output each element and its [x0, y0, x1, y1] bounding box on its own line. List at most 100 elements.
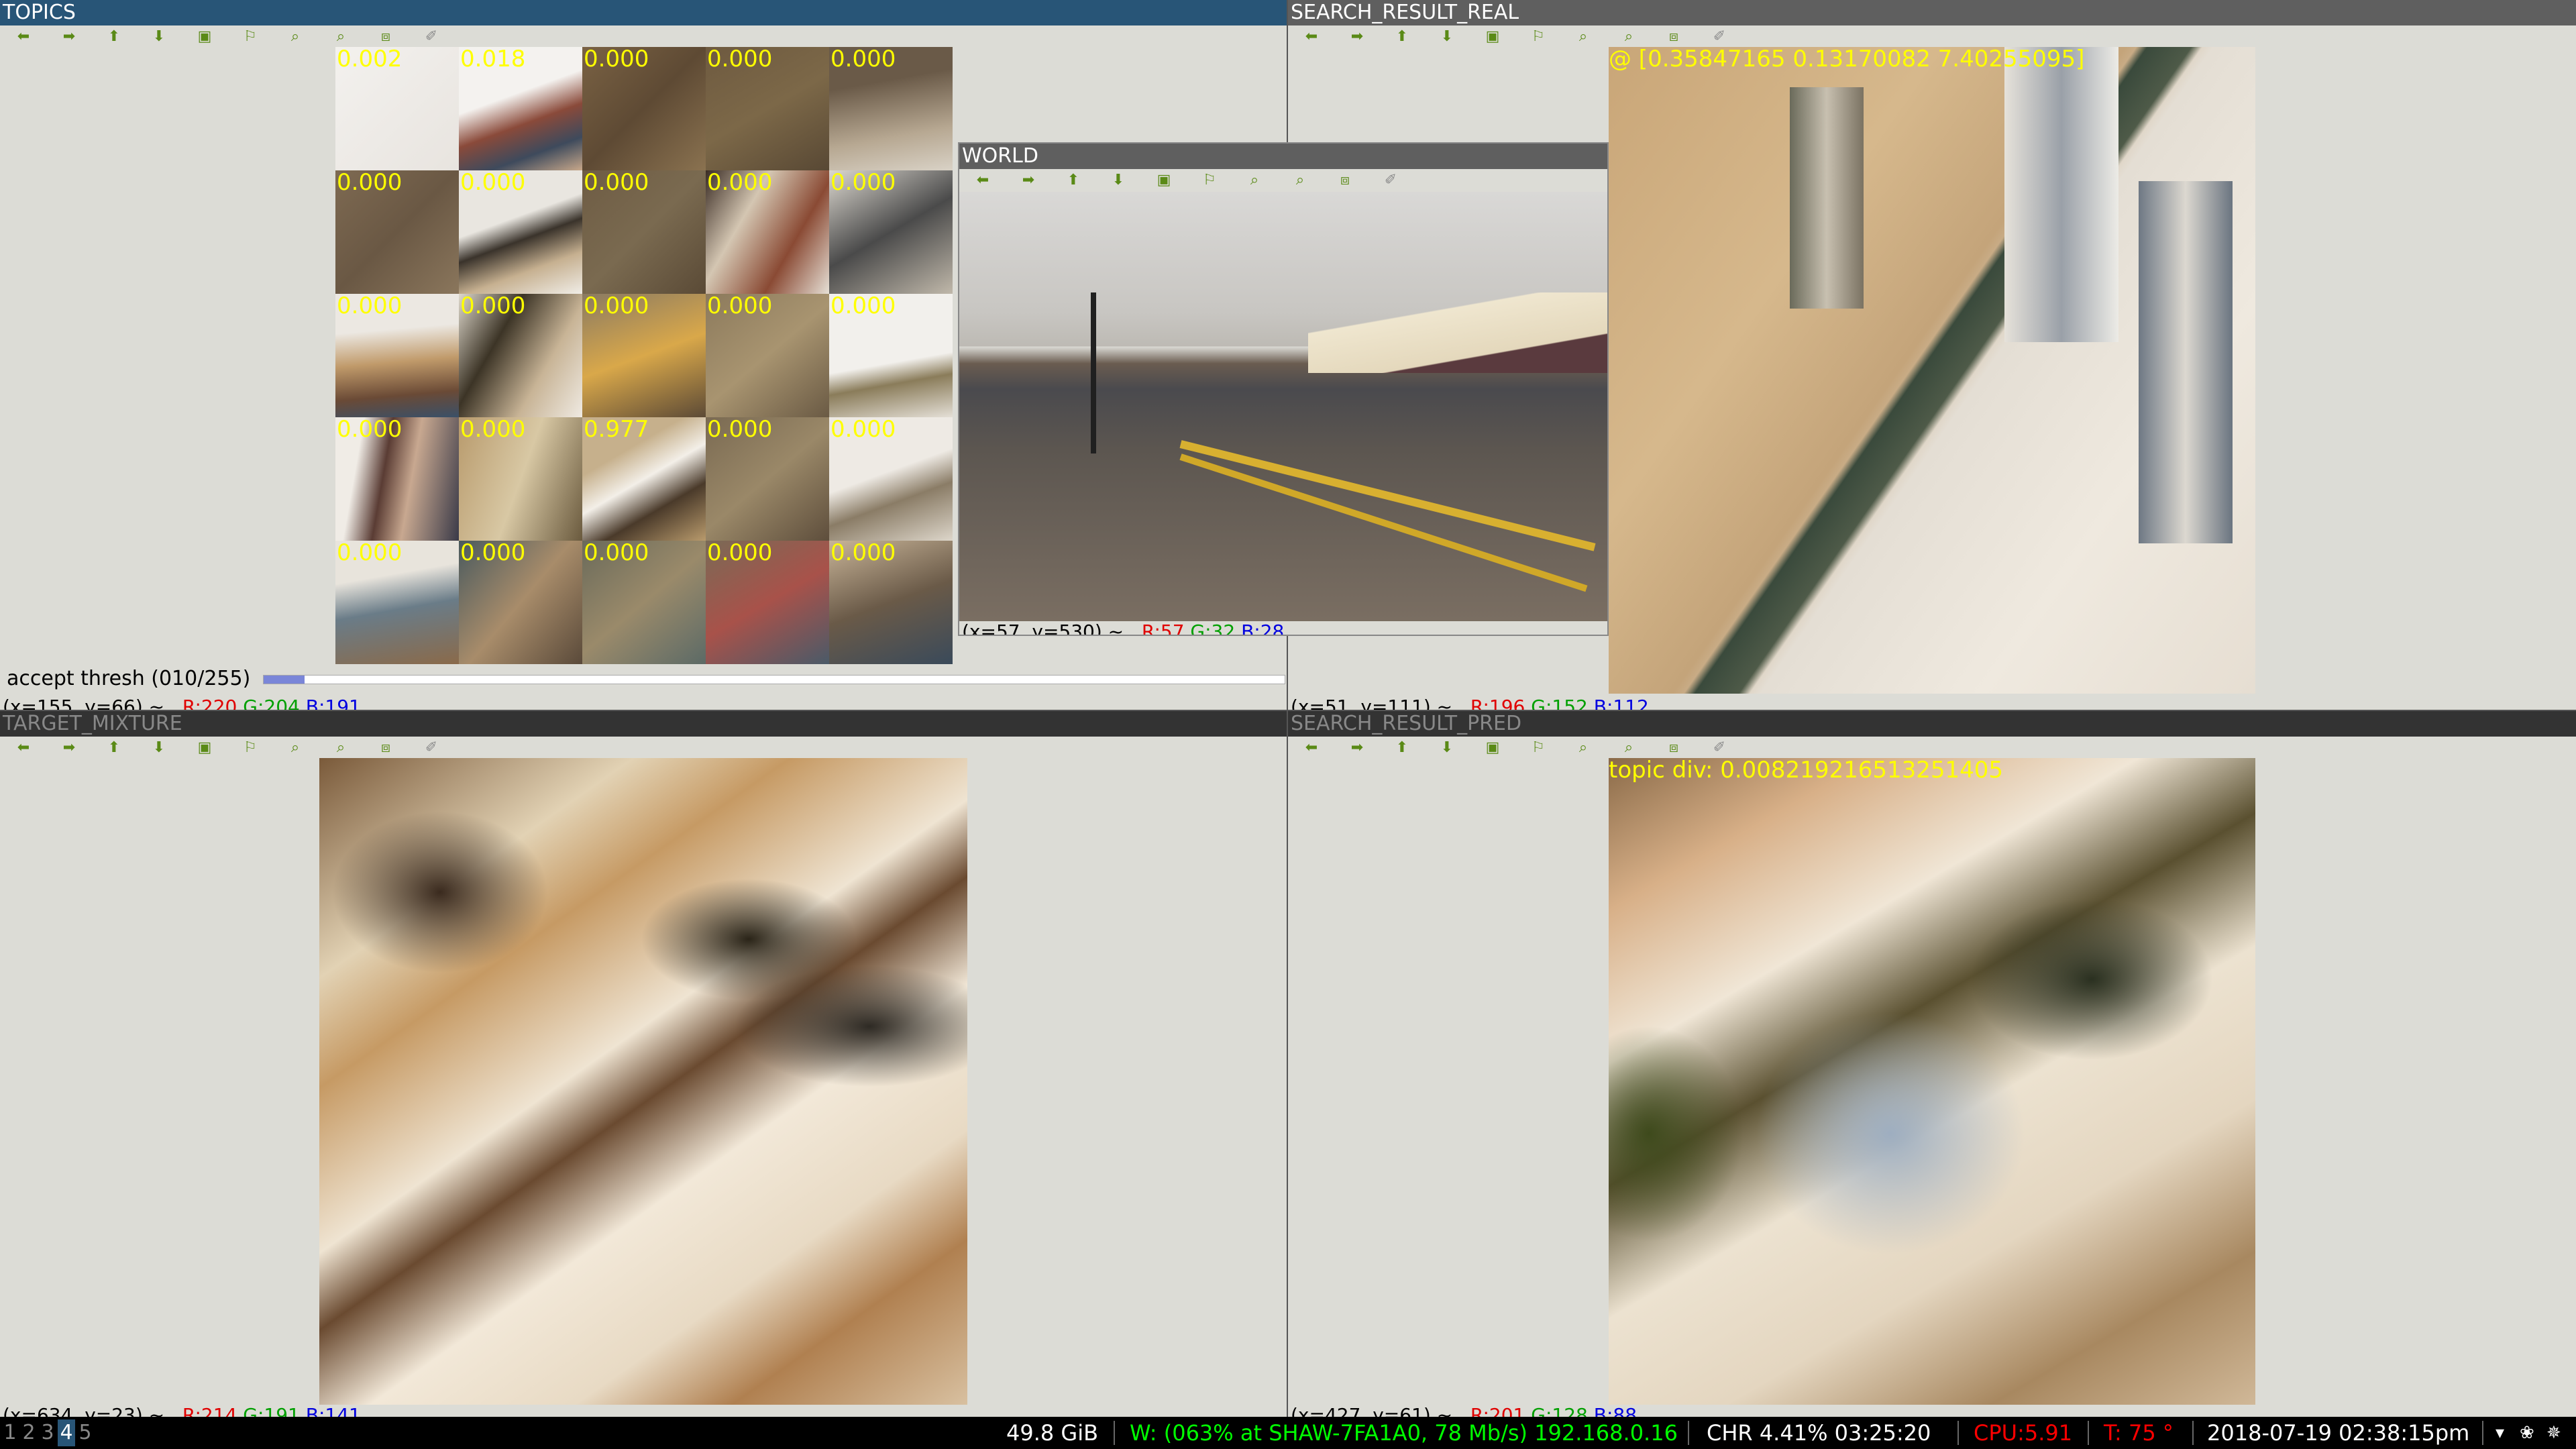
zoom-original-icon[interactable]: ⌕	[331, 28, 351, 46]
zoom-in-icon[interactable]: ⚐	[240, 28, 260, 46]
workspace-button-3[interactable]: 3	[39, 1419, 56, 1446]
pan-up-icon[interactable]: ⬆	[104, 739, 124, 757]
pan-right-icon[interactable]: ➡	[1018, 172, 1038, 189]
topic-tile[interactable]: 0.000	[459, 170, 582, 294]
topic-tile[interactable]: 0.002	[335, 47, 459, 170]
topic-tile[interactable]: 0.000	[706, 541, 829, 664]
lamp-post	[1091, 292, 1096, 453]
zoom-in-icon[interactable]: ⚐	[1528, 739, 1548, 757]
topic-tile[interactable]: 0.000	[829, 417, 953, 541]
topic-tile[interactable]: 0.000	[582, 170, 706, 294]
pan-down-icon[interactable]: ⬇	[149, 739, 169, 757]
zoom-fit-icon[interactable]: ▣	[195, 28, 215, 46]
world-panorama-image[interactable]	[959, 192, 1607, 621]
zoom-out-icon[interactable]: ⌕	[1244, 172, 1265, 189]
window-title[interactable]: SEARCH_RESULT_PRED	[1288, 711, 2576, 737]
topic-tile[interactable]: 0.000	[335, 541, 459, 664]
zoom-out-icon[interactable]: ⌕	[1573, 739, 1593, 757]
pan-down-icon[interactable]: ⬇	[1437, 739, 1457, 757]
properties-icon[interactable]: ✐	[421, 28, 441, 46]
pan-up-icon[interactable]: ⬆	[1063, 172, 1083, 189]
divider	[1957, 1421, 1959, 1445]
window-title[interactable]: TARGET_MIXTURE	[0, 711, 1287, 737]
pan-left-icon[interactable]: ⬅	[973, 172, 993, 189]
accept-thresh-slider[interactable]	[263, 675, 1285, 684]
pan-down-icon[interactable]: ⬇	[149, 28, 169, 46]
slider-fill	[264, 676, 305, 684]
topic-tile[interactable]: 0.000	[459, 541, 582, 664]
save-icon[interactable]: ⧈	[376, 739, 396, 757]
zoom-original-icon[interactable]: ⌕	[1619, 739, 1639, 757]
zoom-in-icon[interactable]: ⚐	[1528, 28, 1548, 46]
topic-tile[interactable]: 0.000	[335, 294, 459, 417]
save-icon[interactable]: ⧈	[376, 28, 396, 46]
zoom-original-icon[interactable]: ⌕	[1290, 172, 1310, 189]
cpu-status: CPU:5.91	[1974, 1420, 2073, 1446]
workspace-button-4[interactable]: 4	[58, 1419, 75, 1446]
target-mixture-image[interactable]	[319, 758, 967, 1405]
pan-up-icon[interactable]: ⬆	[1392, 28, 1412, 46]
workspace-button-2[interactable]: 2	[20, 1419, 38, 1446]
topic-tile[interactable]: 0.000	[582, 47, 706, 170]
pan-left-icon[interactable]: ⬅	[1301, 28, 1322, 46]
zoom-fit-icon[interactable]: ▣	[1154, 172, 1174, 189]
save-icon[interactable]: ⧈	[1335, 172, 1355, 189]
topic-tile[interactable]: 0.000	[335, 417, 459, 541]
pan-up-icon[interactable]: ⬆	[104, 28, 124, 46]
zoom-out-icon[interactable]: ⌕	[285, 739, 305, 757]
zoom-fit-icon[interactable]: ▣	[1483, 28, 1503, 46]
bulb-tray-icon[interactable]: ❀	[2520, 1417, 2534, 1449]
topic-tile[interactable]: 0.000	[706, 294, 829, 417]
zoom-original-icon[interactable]: ⌕	[331, 739, 351, 757]
topic-tile[interactable]: 0.000	[706, 417, 829, 541]
search-result-real-image[interactable]	[1609, 47, 2255, 694]
zoom-out-icon[interactable]: ⌕	[1573, 28, 1593, 46]
topic-tile[interactable]: 0.000	[829, 294, 953, 417]
pan-left-icon[interactable]: ⬅	[13, 28, 34, 46]
topic-tile[interactable]: 0.000	[459, 294, 582, 417]
zoom-fit-icon[interactable]: ▣	[195, 739, 215, 757]
zoom-fit-icon[interactable]: ▣	[1483, 739, 1503, 757]
topic-tile[interactable]: 0.000	[582, 541, 706, 664]
topic-tile[interactable]: 0.018	[459, 47, 582, 170]
coordinate-readout: (x=155, y=66) ~ R:220 G:204 B:191	[3, 696, 361, 710]
window-title[interactable]: WORLD	[959, 144, 1607, 169]
topic-tile[interactable]: 0.000	[829, 47, 953, 170]
workspace-button-5[interactable]: 5	[76, 1419, 94, 1446]
search-result-real-overlay: @ [0.35847165 0.13170082 7.40255095]	[1609, 46, 2085, 72]
properties-icon[interactable]: ✐	[1381, 172, 1401, 189]
topic-tile[interactable]: 0.000	[829, 170, 953, 294]
pan-right-icon[interactable]: ➡	[1347, 739, 1367, 757]
pan-down-icon[interactable]: ⬇	[1437, 28, 1457, 46]
pan-up-icon[interactable]: ⬆	[1392, 739, 1412, 757]
topic-tile[interactable]: 0.000	[459, 417, 582, 541]
topic-tile[interactable]: 0.977	[582, 417, 706, 541]
topic-tile[interactable]: 0.000	[829, 541, 953, 664]
zoom-out-icon[interactable]: ⌕	[285, 28, 305, 46]
wifi-tray-icon[interactable]: ▾	[2496, 1417, 2504, 1449]
pan-right-icon[interactable]: ➡	[1347, 28, 1367, 46]
topic-tile[interactable]: 0.000	[706, 170, 829, 294]
pan-right-icon[interactable]: ➡	[59, 28, 79, 46]
zoom-in-icon[interactable]: ⚐	[1199, 172, 1220, 189]
save-icon[interactable]: ⧈	[1664, 739, 1684, 757]
properties-icon[interactable]: ✐	[1709, 28, 1729, 46]
zoom-in-icon[interactable]: ⚐	[240, 739, 260, 757]
pan-right-icon[interactable]: ➡	[59, 739, 79, 757]
search-result-pred-image[interactable]	[1609, 758, 2255, 1405]
pan-left-icon[interactable]: ⬅	[1301, 739, 1322, 757]
workspace-button-1[interactable]: 1	[1, 1419, 19, 1446]
window-title[interactable]: TOPICS	[0, 0, 1287, 25]
topic-tile[interactable]: 0.000	[335, 170, 459, 294]
topic-div-overlay: topic div: 0.008219216513251405	[1609, 757, 2004, 784]
window-title[interactable]: SEARCH_RESULT_REAL	[1288, 0, 2576, 25]
pan-down-icon[interactable]: ⬇	[1108, 172, 1128, 189]
save-icon[interactable]: ⧈	[1664, 28, 1684, 46]
topic-tile[interactable]: 0.000	[582, 294, 706, 417]
topic-tile[interactable]: 0.000	[706, 47, 829, 170]
properties-icon[interactable]: ✐	[1709, 739, 1729, 757]
properties-icon[interactable]: ✐	[421, 739, 441, 757]
pan-left-icon[interactable]: ⬅	[13, 739, 34, 757]
bluetooth-tray-icon[interactable]: ✵	[2546, 1417, 2561, 1449]
zoom-original-icon[interactable]: ⌕	[1619, 28, 1639, 46]
